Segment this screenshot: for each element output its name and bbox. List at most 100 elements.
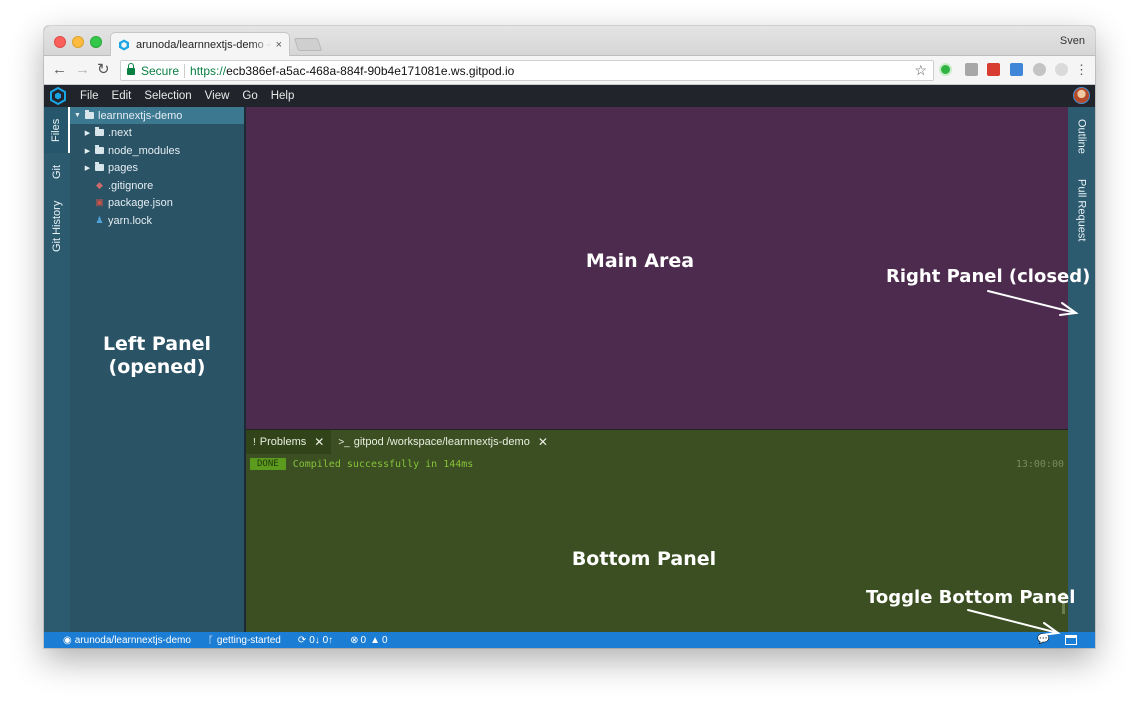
ide-menubar: File Edit Selection View Go Help [44,85,1095,107]
menu-item-view[interactable]: View [205,90,230,102]
folder-icon [85,110,94,119]
folder-icon [95,162,104,171]
browser-tabbar: arunoda/learnnextjs-demo - gitpod × Sven [44,26,1095,56]
browser-window: arunoda/learnnextjs-demo - gitpod × Sven… [44,26,1095,648]
tree-item[interactable]: ▶ pages [70,159,244,176]
status-sync-label: 0↓ 0↑ [309,634,334,646]
maximize-window-button[interactable] [90,36,102,48]
menu-item-help[interactable]: Help [271,90,295,102]
new-tab-button[interactable] [293,38,323,51]
terminal-message: Compiled successfully in 144ms [292,458,474,470]
minimize-window-button[interactable] [72,36,84,48]
tree-item-label: package.json [108,196,173,209]
status-errors: 0 [360,634,367,646]
extension-power-icon[interactable] [1055,63,1068,76]
tree-item[interactable]: ▣ package.json [70,194,244,211]
browser-toolbar: ← → ↻ Secure https:// ecb386ef-a5ac-468a… [44,56,1095,85]
activity-tab-outline[interactable]: Outline [1068,107,1095,165]
chat-icon[interactable]: 💬 [1037,634,1049,645]
terminal-scrollbar[interactable] [1062,592,1065,614]
status-sync[interactable]: ⟳ 0↓ 0↑ [298,635,333,646]
activity-tab-pull-request[interactable]: Pull Request [1068,165,1095,255]
left-activity-bar: Files Git Git History [44,107,70,632]
browser-tab[interactable]: arunoda/learnnextjs-demo - gitpod × [110,32,290,56]
tab-problems[interactable]: ! Problems ✕ [246,430,332,454]
yarn-file-icon: ♟ [95,215,104,225]
tree-item-label: pages [108,161,138,174]
problems-icon: ! [253,436,256,448]
menu-item-file[interactable]: File [80,90,99,102]
extension-gray-icon[interactable] [965,63,978,76]
close-icon[interactable]: ✕ [538,435,548,449]
address-bar[interactable]: Secure https:// ecb386ef-a5ac-468a-884f-… [120,60,934,81]
extension-shield-icon[interactable] [1033,63,1046,76]
activity-tab-files[interactable]: Files [44,107,70,153]
tab-problems-label: Problems [259,436,307,448]
url-separator [184,63,186,78]
tree-item-label: yarn.lock [108,214,153,227]
left-panel-annotation: Left Panel (opened) [70,333,244,379]
chevron-down-icon: ▼ [74,112,81,119]
status-repo[interactable]: ◉ arunoda/learnnextjs-demo [63,635,191,646]
tab-title: arunoda/learnnextjs-demo - gitpod [136,38,272,51]
tree-item-label: .next [108,126,132,139]
browser-menu-icon[interactable]: ⋮ [1075,61,1088,79]
status-warnings: 0 [382,634,388,646]
status-problems[interactable]: ⊗ 0 ▲ 0 [350,635,387,646]
reload-icon[interactable]: ↻ [97,61,110,79]
forward-icon[interactable]: → [75,61,90,79]
chevron-right-icon: ▶ [84,129,91,137]
url-scheme: https:// [190,63,227,78]
tree-root[interactable]: ▼ learnnextjs-demo [70,107,244,124]
chevron-right-icon: ▶ [84,164,91,172]
status-branch-label: getting-started [216,634,281,646]
error-icon: ⊗ [350,634,359,646]
back-icon[interactable]: ← [52,61,67,79]
status-repo-label: arunoda/learnnextjs-demo [74,634,191,646]
gitpod-favicon-icon [118,39,130,51]
menu-item-go[interactable]: Go [242,90,257,102]
extension-green-icon[interactable] [939,63,952,76]
activity-tab-git[interactable]: Git [44,153,70,191]
menu-item-edit[interactable]: Edit [112,90,132,102]
gitpod-logo-icon [49,87,67,105]
left-panel-annotation-line1: Left Panel [102,333,212,355]
activity-tab-git-history[interactable]: Git History [44,191,70,261]
tree-item-label: .gitignore [108,179,154,192]
close-icon[interactable]: ✕ [314,435,324,449]
menu-items: File Edit Selection View Go Help [80,85,307,107]
menu-item-selection[interactable]: Selection [144,90,191,102]
folder-icon [95,145,104,154]
close-window-button[interactable] [54,36,66,48]
tree-item[interactable]: ◆ .gitignore [70,177,244,194]
toggle-bottom-panel-icon[interactable] [1065,635,1077,645]
npm-file-icon: ▣ [95,197,104,207]
main-area: Main Area [246,107,1068,429]
extension-red-icon[interactable] [987,63,1000,76]
bookmark-star-icon[interactable]: ☆ [914,62,927,79]
sync-icon: ⟳ [297,634,307,646]
left-panel-annotation-line2: (opened) [108,356,206,378]
tree-root-label: learnnextjs-demo [98,109,183,122]
tree-item[interactable]: ♟ yarn.lock [70,212,244,229]
warning-icon: ▲ [370,634,381,646]
extension-blue-icon[interactable] [1010,63,1023,76]
url-host: ecb386ef-a5ac-468a-884f-90b4e171081e.ws.… [226,63,515,78]
terminal-icon: >_ [338,436,350,448]
bottom-panel-tabs: ! Problems ✕ >_ gitpod /workspace/learnn… [246,430,555,454]
user-avatar[interactable] [1073,87,1090,104]
secure-label: Secure [141,63,180,78]
profile-name[interactable]: Sven [1060,35,1085,47]
right-activity-bar: Outline Pull Request [1068,107,1095,632]
tree-item-label: node_modules [108,144,181,157]
folder-icon [95,127,104,136]
tab-terminal[interactable]: >_ gitpod /workspace/learnnextjs-demo ✕ [331,430,555,454]
git-file-icon: ◆ [96,180,103,190]
lock-icon [127,63,135,75]
tab-close-icon[interactable]: × [276,39,282,51]
tree-item[interactable]: ▶ node_modules [70,142,244,159]
status-branch[interactable]: ᚴ getting-started [208,635,281,646]
tree-item[interactable]: ▶ .next [70,124,244,141]
left-panel: ▼ learnnextjs-demo ▶ .next ▶ node_modules ▶ p… [70,107,244,632]
chevron-right-icon: ▶ [84,147,91,155]
